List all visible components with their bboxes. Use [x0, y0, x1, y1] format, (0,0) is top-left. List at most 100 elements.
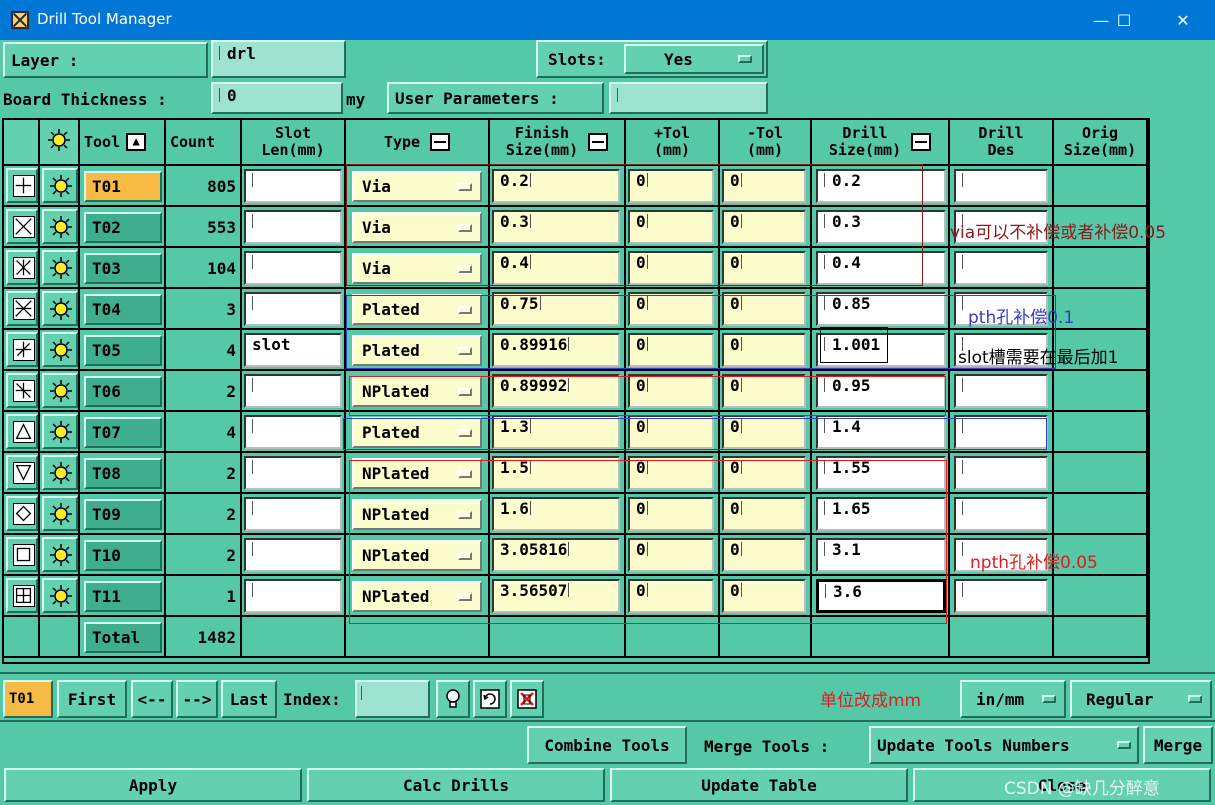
type-dropdown[interactable]: Plated — [352, 335, 482, 366]
plus-tol-field[interactable]: 0 — [628, 169, 714, 203]
row-visibility-toggle[interactable] — [42, 250, 78, 285]
row-symbol[interactable] — [6, 578, 38, 613]
drill-size-field[interactable]: 3.6 — [816, 579, 946, 613]
slot-len-field[interactable] — [244, 169, 342, 203]
plus-tol-field[interactable]: 0 — [628, 538, 714, 572]
finish-size-field[interactable]: 0.89992 — [492, 374, 620, 408]
plus-tol-field[interactable]: 0 — [628, 210, 714, 244]
tool-button[interactable]: T05 — [84, 335, 162, 366]
finish-size-field[interactable]: 1.3 — [492, 415, 620, 449]
minus-tol-field[interactable]: 0 — [722, 292, 806, 326]
slot-len-field[interactable] — [244, 456, 342, 490]
combine-tools-button[interactable]: Combine Tools — [527, 726, 687, 764]
calc-drills-button[interactable]: Calc Drills — [307, 768, 605, 802]
drill-des-field[interactable] — [954, 374, 1048, 408]
slot-len-field[interactable] — [244, 210, 342, 244]
tool-button[interactable]: T09 — [84, 499, 162, 530]
finish-size-field[interactable]: 0.3 — [492, 210, 620, 244]
index-field[interactable] — [355, 680, 430, 718]
refresh-button[interactable] — [473, 680, 507, 718]
type-dropdown[interactable]: NPlated — [352, 540, 482, 571]
update-table-button[interactable]: Update Table — [610, 768, 908, 802]
mode-dropdown[interactable]: Regular — [1070, 680, 1212, 718]
slot-len-field[interactable]: slot — [244, 333, 342, 367]
type-dropdown[interactable]: NPlated — [352, 499, 482, 530]
drill-size-field[interactable]: 0.95 — [816, 374, 946, 408]
row-visibility-toggle[interactable] — [42, 455, 78, 490]
close-window-button[interactable]: ✕ — [1160, 0, 1206, 40]
type-dropdown[interactable]: Plated — [352, 294, 482, 325]
drill-size-field[interactable]: 0.4 — [816, 251, 946, 285]
plus-tol-field[interactable]: 0 — [628, 292, 714, 326]
plus-tol-field[interactable]: 0 — [628, 333, 714, 367]
slot-len-field[interactable] — [244, 579, 342, 613]
plus-tol-field[interactable]: 0 — [628, 374, 714, 408]
layer-field[interactable]: drl — [211, 40, 346, 78]
type-dropdown[interactable]: NPlated — [352, 458, 482, 489]
tool-button[interactable]: T02 — [84, 212, 162, 243]
minus-tol-field[interactable]: 0 — [722, 169, 806, 203]
row-visibility-toggle[interactable] — [42, 291, 78, 326]
tool-button[interactable]: T03 — [84, 253, 162, 284]
row-visibility-toggle[interactable] — [42, 373, 78, 408]
finish-size-field[interactable]: 1.6 — [492, 497, 620, 531]
minus-tol-field[interactable]: 0 — [722, 210, 806, 244]
minus-tol-field[interactable]: 0 — [722, 251, 806, 285]
row-symbol[interactable] — [6, 373, 38, 408]
type-dropdown[interactable]: Plated — [352, 417, 482, 448]
drill-des-field[interactable] — [954, 169, 1048, 203]
board-thickness-field[interactable]: 0 — [211, 82, 343, 114]
finish-size-field[interactable]: 0.75 — [492, 292, 620, 326]
row-symbol[interactable] — [6, 250, 38, 285]
drill-size-field[interactable]: 0.3 — [816, 210, 946, 244]
finish-size-field[interactable]: 3.05816 — [492, 538, 620, 572]
drill-size-field[interactable]: 3.1 — [816, 538, 946, 572]
maximize-button[interactable]: ☐ — [1101, 0, 1147, 40]
slot-len-field[interactable] — [244, 497, 342, 531]
user-parameters-button[interactable]: User Parameters : — [387, 82, 604, 114]
row-visibility-toggle[interactable] — [42, 332, 78, 367]
row-symbol[interactable] — [6, 414, 38, 449]
tool-button[interactable]: T01 — [84, 171, 162, 202]
slot-len-field[interactable] — [244, 538, 342, 572]
finish-size-field[interactable]: 0.4 — [492, 251, 620, 285]
tool-button[interactable]: T10 — [84, 540, 162, 571]
drill-des-field[interactable] — [954, 579, 1048, 613]
row-symbol[interactable] — [6, 496, 38, 531]
minus-tol-field[interactable]: 0 — [722, 415, 806, 449]
drill-des-field[interactable] — [954, 456, 1048, 490]
row-visibility-toggle[interactable] — [42, 578, 78, 613]
minus-tol-field[interactable]: 0 — [722, 333, 806, 367]
drill-des-field[interactable] — [954, 251, 1048, 285]
plus-tol-field[interactable]: 0 — [628, 251, 714, 285]
row-symbol[interactable] — [6, 168, 38, 203]
finish-size-field[interactable]: 1.5 — [492, 456, 620, 490]
sun-icon[interactable] — [47, 128, 71, 156]
last-button[interactable]: Last — [221, 680, 277, 718]
drill-size-field[interactable]: 0.2 — [816, 169, 946, 203]
row-visibility-toggle[interactable] — [42, 209, 78, 244]
prev-button[interactable]: <-- — [131, 680, 173, 718]
slot-len-field[interactable] — [244, 415, 342, 449]
row-symbol[interactable] — [6, 332, 38, 367]
merge-button[interactable]: Merge — [1143, 726, 1213, 764]
sort-arrow-icon[interactable]: ▲ — [126, 133, 147, 151]
plus-tol-field[interactable]: 0 — [628, 456, 714, 490]
tool-button[interactable]: T08 — [84, 458, 162, 489]
type-dropdown[interactable]: Via — [352, 171, 482, 202]
slot-len-field[interactable] — [244, 251, 342, 285]
type-dropdown[interactable]: NPlated — [352, 581, 482, 612]
tool-button[interactable]: T11 — [84, 581, 162, 612]
finish-size-field[interactable]: 3.56507 — [492, 579, 620, 613]
drill-size-field[interactable]: 0.85 — [816, 292, 946, 326]
row-visibility-toggle[interactable] — [42, 168, 78, 203]
minus-tol-field[interactable]: 0 — [722, 497, 806, 531]
row-symbol[interactable] — [6, 455, 38, 490]
minus-tol-field[interactable]: 0 — [722, 579, 806, 613]
slots-dropdown[interactable]: Yes — [624, 44, 764, 74]
type-dropdown[interactable]: Via — [352, 253, 482, 284]
minus-tol-field[interactable]: 0 — [722, 456, 806, 490]
tool-button[interactable]: T04 — [84, 294, 162, 325]
drill-des-field[interactable] — [954, 415, 1048, 449]
row-visibility-toggle[interactable] — [42, 414, 78, 449]
